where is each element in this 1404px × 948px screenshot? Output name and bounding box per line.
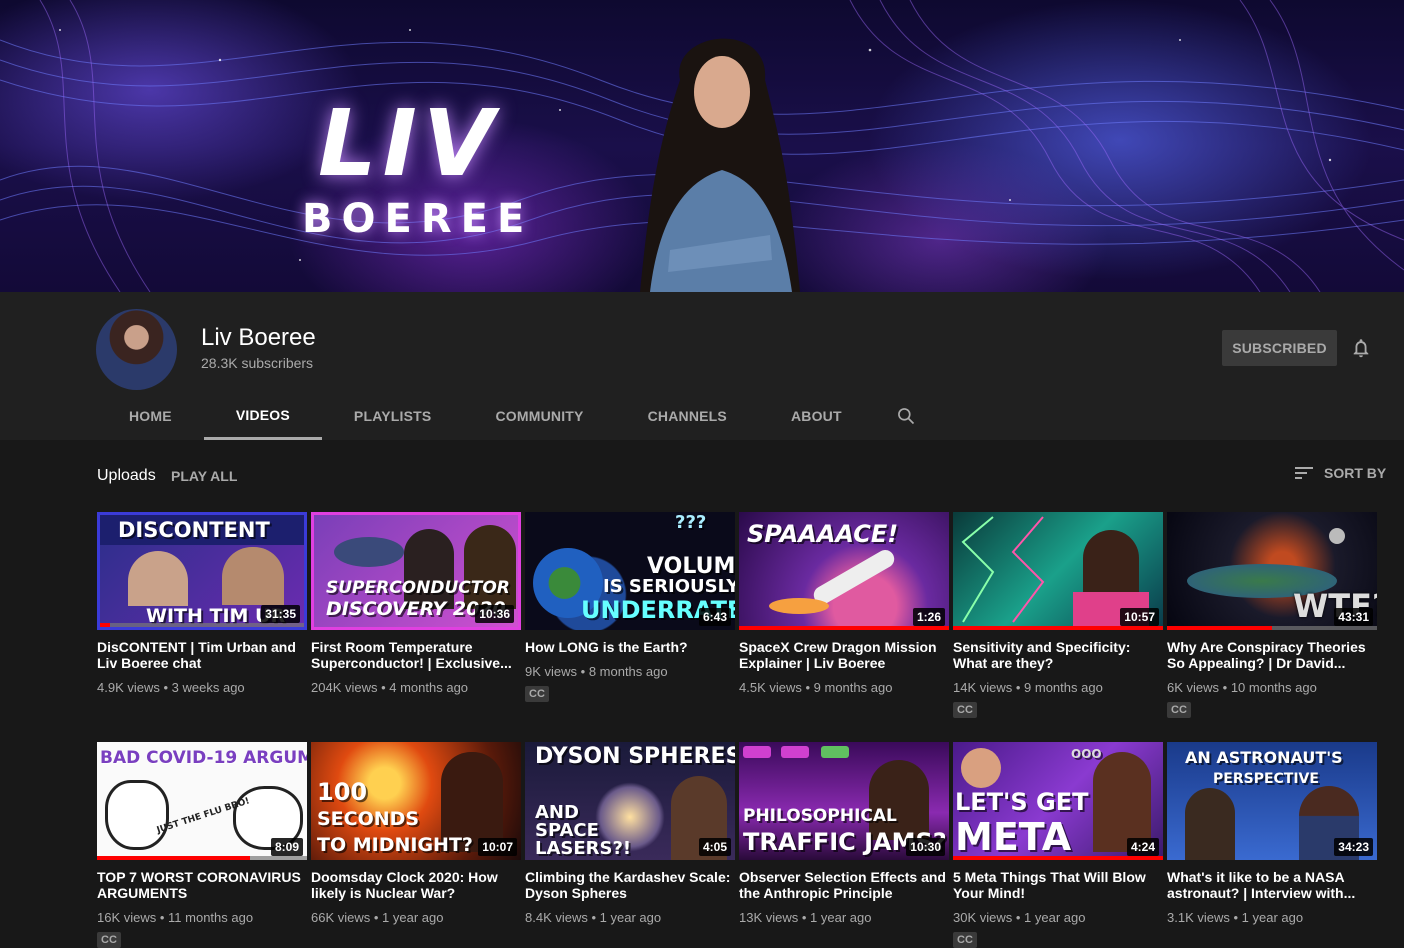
video-thumbnail[interactable]: ??? VOLUME IS SERIOUSLY UNDERRATED 6:43 [525, 512, 735, 630]
video-title[interactable]: First Room Temperature Superconductor! |… [311, 639, 521, 671]
video-card[interactable]: SUPERCONDUCTOR DISCOVERY 2020 10:36 Firs… [311, 512, 521, 695]
tab-home[interactable]: HOME [97, 392, 204, 440]
video-title[interactable]: What's it like to be a NASA astronaut? |… [1167, 869, 1377, 901]
banner-logo-liv: LIV [318, 90, 501, 197]
video-meta: 3.1K views • 1 year ago [1167, 910, 1304, 925]
video-thumbnail[interactable]: SUPERCONDUCTOR DISCOVERY 2020 10:36 [311, 512, 521, 630]
cc-badge: CC [953, 702, 977, 718]
video-meta: 9K views • 8 months ago [525, 664, 668, 679]
video-thumbnail[interactable]: PHILOSOPHICAL TRAFFIC JAMS?! 10:30 [739, 742, 949, 860]
video-meta: 8.4K views • 1 year ago [525, 910, 662, 925]
sort-by-label: SORT BY [1324, 465, 1387, 481]
video-duration: 8:09 [270, 838, 303, 856]
video-title[interactable]: Observer Selection Effects and the Anthr… [739, 869, 949, 901]
video-card[interactable]: DISCONTENT WITH TIM UR 31:35 DisCONTENT … [97, 512, 307, 695]
tab-about[interactable]: ABOUT [759, 392, 874, 440]
video-duration: 4:05 [698, 838, 731, 856]
video-title[interactable]: SpaceX Crew Dragon Mission Explainer | L… [739, 639, 949, 671]
video-title[interactable]: Climbing the Kardashev Scale: Dyson Sphe… [525, 869, 735, 901]
subscribed-button[interactable]: SUBSCRIBED [1222, 330, 1337, 366]
search-icon [897, 408, 914, 425]
channel-search-button[interactable] [874, 392, 938, 440]
tab-videos[interactable]: VIDEOS [203, 392, 322, 440]
video-thumbnail[interactable]: WTF? 43:31 [1167, 512, 1377, 630]
video-meta: 4.5K views • 9 months ago [739, 680, 893, 695]
cc-badge: CC [97, 932, 121, 948]
bell-icon[interactable] [1350, 337, 1372, 359]
sort-icon [1295, 467, 1313, 479]
tab-playlists[interactable]: PLAYLISTS [322, 392, 464, 440]
video-duration: 31:35 [261, 605, 300, 623]
channel-tabs: HOME VIDEOS PLAYLISTS COMMUNITY CHANNELS… [97, 392, 938, 440]
video-title[interactable]: Why Are Conspiracy Theories So Appealing… [1167, 639, 1377, 671]
channel-banner: LIV BOEREE [0, 0, 1404, 292]
video-thumbnail[interactable]: 100 SECONDS TO MIDNIGHT? 10:07 [311, 742, 521, 860]
video-card[interactable]: BAD COVID-19 ARGUMENTS JUST THE FLU BRO!… [97, 742, 307, 948]
banner-logo-boeree: BOEREE [302, 196, 534, 242]
video-title[interactable]: 5 Meta Things That Will Blow Your Mind! [953, 869, 1163, 901]
uploads-heading: Uploads [97, 467, 156, 484]
video-meta: 13K views • 1 year ago [739, 910, 872, 925]
video-meta: 66K views • 1 year ago [311, 910, 444, 925]
video-duration: 10:57 [1120, 608, 1159, 626]
video-meta: 204K views • 4 months ago [311, 680, 469, 695]
cc-badge: CC [1167, 702, 1191, 718]
video-duration: 1:26 [912, 608, 945, 626]
video-duration: 4:24 [1126, 838, 1159, 856]
video-duration: 34:23 [1334, 838, 1373, 856]
video-card[interactable]: DYSON SPHERES AND SPACE LASERS?! 4:05 Cl… [525, 742, 735, 925]
sort-by-button[interactable]: SORT BY [1294, 465, 1386, 481]
tab-channels[interactable]: CHANNELS [616, 392, 759, 440]
video-thumbnail[interactable]: 10:57 [953, 512, 1163, 630]
subscriber-count: 28.3K subscribers [201, 355, 314, 371]
video-card[interactable]: WTF? 43:31 Why Are Conspiracy Theories S… [1167, 512, 1377, 718]
video-card[interactable]: 100 SECONDS TO MIDNIGHT? 10:07 Doomsday … [311, 742, 521, 925]
cc-badge: CC [953, 932, 977, 948]
banner-portrait [640, 38, 800, 292]
video-card[interactable]: PHILOSOPHICAL TRAFFIC JAMS?! 10:30 Obser… [739, 742, 949, 925]
video-meta: 4.9K views • 3 weeks ago [97, 680, 245, 695]
video-meta: 14K views • 9 months ago [953, 680, 1103, 695]
video-title[interactable]: How LONG is the Earth? [525, 639, 735, 655]
play-all-button[interactable]: PLAY ALL [171, 468, 237, 484]
video-duration: 10:36 [475, 605, 514, 623]
video-thumbnail[interactable]: AN ASTRONAUT'S PERSPECTIVE 34:23 [1167, 742, 1377, 860]
tab-community[interactable]: COMMUNITY [463, 392, 615, 440]
video-duration: 6:43 [698, 608, 731, 626]
video-card[interactable]: 10:57 Sensitivity and Specificity: What … [953, 512, 1163, 718]
video-title[interactable]: DisCONTENT | Tim Urban and Liv Boeree ch… [97, 639, 307, 671]
video-card[interactable]: SPAAAACE! 1:26 SpaceX Crew Dragon Missio… [739, 512, 949, 695]
video-duration: 10:30 [906, 838, 945, 856]
channel-header: Liv Boeree 28.3K subscribers SUBSCRIBED … [0, 292, 1404, 440]
video-card[interactable]: OOO LET'S GET META 4:24 5 Meta Things Th… [953, 742, 1163, 948]
video-meta: 6K views • 10 months ago [1167, 680, 1317, 695]
video-thumbnail[interactable]: OOO LET'S GET META 4:24 [953, 742, 1163, 860]
video-duration: 43:31 [1334, 608, 1373, 626]
channel-name: Liv Boeree [201, 324, 316, 351]
video-card[interactable]: AN ASTRONAUT'S PERSPECTIVE 34:23 What's … [1167, 742, 1377, 925]
video-title[interactable]: Doomsday Clock 2020: How likely is Nucle… [311, 869, 521, 901]
video-duration: 10:07 [478, 838, 517, 856]
video-thumbnail[interactable]: DYSON SPHERES AND SPACE LASERS?! 4:05 [525, 742, 735, 860]
channel-avatar[interactable] [96, 309, 177, 390]
video-card[interactable]: ??? VOLUME IS SERIOUSLY UNDERRATED 6:43 … [525, 512, 735, 702]
cc-badge: CC [525, 686, 549, 702]
video-thumbnail[interactable]: BAD COVID-19 ARGUMENTS JUST THE FLU BRO!… [97, 742, 307, 860]
video-thumbnail[interactable]: DISCONTENT WITH TIM UR 31:35 [97, 512, 307, 630]
video-thumbnail[interactable]: SPAAAACE! 1:26 [739, 512, 949, 630]
video-meta: 16K views • 11 months ago [97, 910, 254, 925]
video-title[interactable]: TOP 7 WORST CORONAVIRUS ARGUMENTS [97, 869, 307, 901]
video-title[interactable]: Sensitivity and Specificity: What are th… [953, 639, 1163, 671]
video-meta: 30K views • 1 year ago [953, 910, 1086, 925]
